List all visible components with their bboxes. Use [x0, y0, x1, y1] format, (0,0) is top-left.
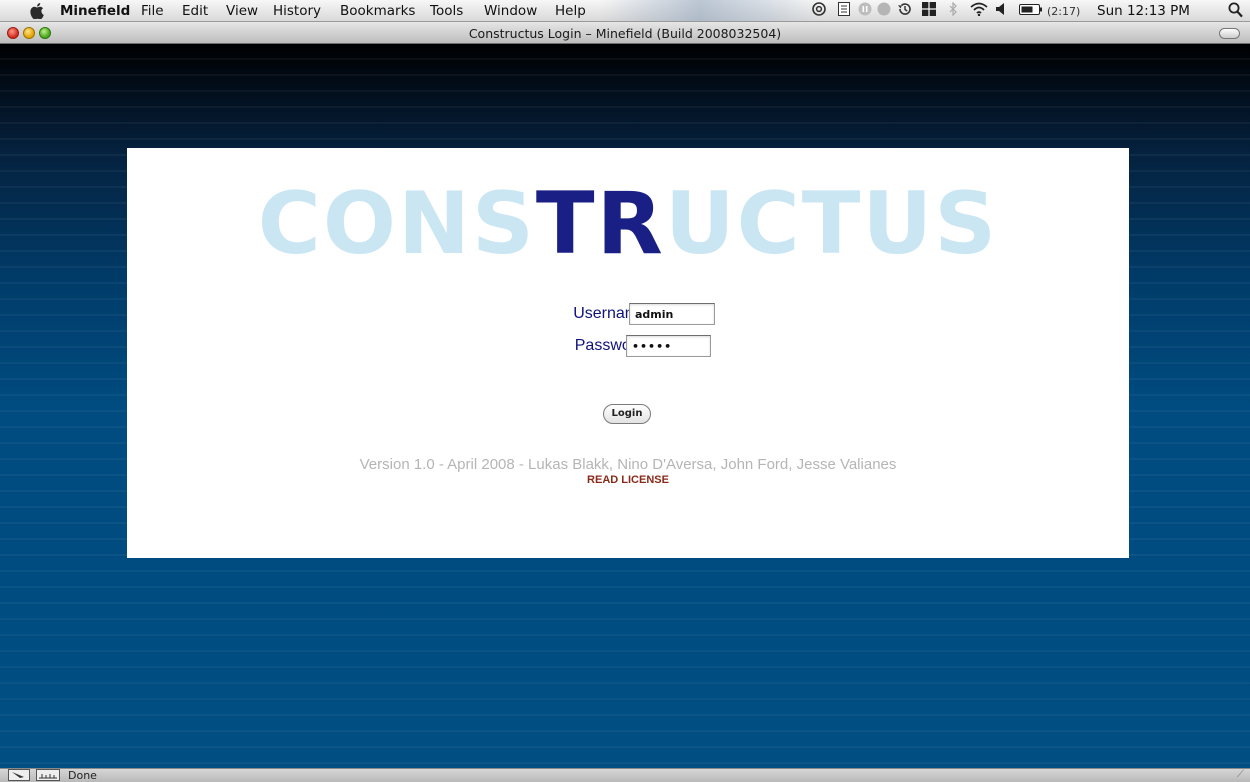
grid-icon[interactable] [922, 2, 936, 21]
login-panel: CONSTRUCTUS Username Password Login Vers… [127, 148, 1129, 558]
resize-grip-icon[interactable]: ⟋ [1237, 769, 1244, 780]
time-machine-icon[interactable] [897, 2, 912, 21]
logo-text: CONSTRUCTUS [258, 178, 998, 273]
battery-icon[interactable] [1019, 2, 1043, 21]
status-arrow-icon[interactable] [8, 769, 30, 781]
menu-edit[interactable]: Edit [182, 3, 208, 19]
at-icon[interactable] [812, 2, 826, 21]
volume-icon[interactable] [995, 2, 1005, 21]
menu-view[interactable]: View [226, 3, 258, 19]
window-titlebar[interactable]: Constructus Login – Minefield (Build 200… [0, 22, 1250, 44]
read-license-link[interactable]: READ LICENSE [127, 474, 1129, 486]
menu-history[interactable]: History [273, 3, 321, 19]
battery-time: (2:17) [1047, 5, 1081, 18]
menubar-background-decoration [600, 0, 820, 21]
status-ruler-icon[interactable] [36, 769, 60, 781]
login-button[interactable]: Login [603, 404, 651, 424]
menu-help[interactable]: Help [555, 3, 586, 19]
spotlight-icon[interactable] [1228, 2, 1243, 22]
window-title: Constructus Login – Minefield (Build 200… [468, 26, 782, 41]
password-input[interactable] [626, 335, 711, 357]
version-credits: Version 1.0 - April 2008 - Lukas Blakk, … [359, 456, 897, 473]
menu-tools[interactable]: Tools [430, 3, 463, 19]
menu-app-name[interactable]: Minefield [60, 3, 130, 19]
username-input[interactable] [629, 303, 715, 325]
logo-letters: CONS [258, 178, 536, 273]
menubar-clock[interactable]: Sun 12:13 PM [1097, 3, 1190, 19]
bluetooth-icon[interactable] [949, 1, 958, 21]
pause-icon[interactable] [858, 2, 872, 21]
status-bar: Done ⟋ [0, 768, 1250, 782]
menu-bar: Minefield File Edit View History Bookmar… [0, 0, 1250, 22]
status-text: Done [68, 769, 97, 782]
record-icon[interactable] [877, 2, 891, 21]
toolbar-toggle-button[interactable] [1219, 28, 1240, 39]
apple-icon[interactable] [30, 3, 44, 23]
page-content: CONSTRUCTUS Username Password Login Vers… [0, 44, 1250, 768]
constructus-logo: CONSTRUCTUS [258, 178, 998, 273]
wifi-icon[interactable] [970, 2, 988, 21]
logo-letters: UCTUS [665, 178, 998, 273]
menu-window[interactable]: Window [484, 3, 537, 19]
notes-icon[interactable] [838, 2, 850, 21]
logo-accent-letters: TR [536, 178, 665, 273]
menu-file[interactable]: File [141, 3, 164, 19]
menu-bookmarks[interactable]: Bookmarks [340, 3, 415, 19]
